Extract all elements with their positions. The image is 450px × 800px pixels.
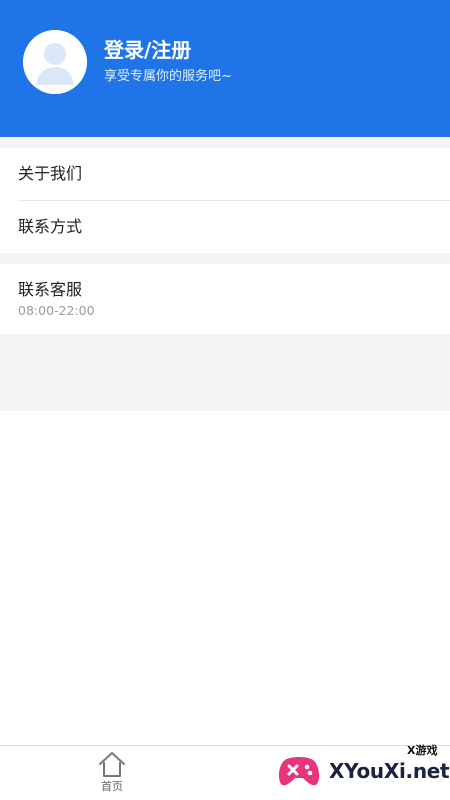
watermark: X游戏 XYouXi.net <box>275 740 450 800</box>
menu-item-customer-service[interactable]: 联系客服 08:00-22:00 <box>0 264 450 334</box>
avatar[interactable] <box>23 30 87 94</box>
section-gap <box>0 137 450 148</box>
home-icon <box>99 752 125 777</box>
watermark-brand: XYouXi.net <box>329 759 450 783</box>
menu-item-about-us[interactable]: 关于我们 <box>0 148 450 200</box>
tab-home[interactable]: 首页 <box>56 746 168 800</box>
service-hours: 08:00-22:00 <box>18 303 95 318</box>
watermark-tag: X游戏 <box>407 744 438 757</box>
menu-item-contact-info[interactable]: 联系方式 <box>0 201 450 253</box>
login-register-link[interactable]: 登录/注册 <box>104 36 191 64</box>
home-tab-label: 首页 <box>101 780 123 793</box>
bottom-gap <box>0 334 450 411</box>
user-avatar-icon <box>23 30 87 94</box>
contact-info-label: 联系方式 <box>18 217 83 236</box>
section-gap <box>0 253 450 264</box>
customer-service-label: 联系客服 <box>18 280 83 299</box>
profile-header: 登录/注册 享受专属你的服务吧~ <box>0 0 450 137</box>
login-subtitle: 享受专属你的服务吧~ <box>104 69 232 84</box>
about-us-label: 关于我们 <box>18 164 83 183</box>
gamepad-icon <box>278 757 320 786</box>
